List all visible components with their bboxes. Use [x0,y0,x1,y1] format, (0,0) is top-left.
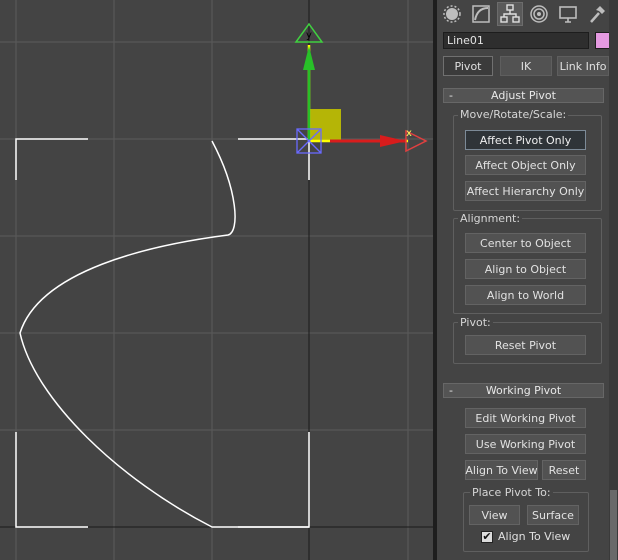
tab-pivot[interactable]: Pivot [443,56,493,76]
place-pivot-to-label: Place Pivot To: [470,486,553,499]
alignment-label: Alignment: [458,212,523,225]
modify-curve-icon [472,5,490,23]
center-to-object-button[interactable]: Center to Object [465,233,586,253]
adjust-pivot-rollout-header[interactable]: - Adjust Pivot [443,88,604,103]
view-button[interactable]: View [469,505,520,525]
object-color-swatch[interactable] [595,32,610,49]
affect-hierarchy-only-button[interactable]: Affect Hierarchy Only [465,181,586,201]
object-name-field[interactable] [443,32,589,49]
command-panel: Pivot IK Link Info - Adjust Pivot Move/R… [437,0,618,560]
hierarchy-icon [500,4,520,23]
viewport-canvas[interactable]: y x [0,0,433,560]
hierarchy-tab[interactable] [497,2,523,26]
tab-ik[interactable]: IK [500,56,552,76]
align-to-world-button[interactable]: Align to World [465,285,586,305]
edit-working-pivot-button[interactable]: Edit Working Pivot [465,408,586,428]
rollout-title: Working Pivot [485,384,562,397]
move-rotate-scale-label: Move/Rotate/Scale: [458,108,569,121]
move-gizmo[interactable]: y x [294,22,428,154]
gizmo-y-label: y [306,30,312,41]
align-to-view-checkbox-label: Align To View [498,530,571,543]
rollout-title: Adjust Pivot [491,89,556,102]
create-tab[interactable] [439,2,465,26]
spline-line01[interactable] [19,140,309,528]
modify-tab[interactable] [468,2,494,26]
utilities-tab[interactable] [584,2,610,26]
surface-button[interactable]: Surface [527,505,579,525]
motion-tab[interactable] [526,2,552,26]
reset-pivot-button[interactable]: Reset Pivot [465,335,586,355]
hammer-icon [590,6,605,23]
sphere-icon [443,5,461,23]
monitor-icon [559,6,577,23]
scrollbar-thumb[interactable] [610,490,617,560]
pivot-group-label: Pivot: [458,316,493,329]
align-to-view-button[interactable]: Align To View [465,460,538,480]
tab-link-info[interactable]: Link Info [557,56,609,76]
display-tab[interactable] [555,2,581,26]
reset-working-pivot-button[interactable]: Reset [542,460,586,480]
working-pivot-rollout-header[interactable]: - Working Pivot [443,383,604,398]
affect-object-only-button[interactable]: Affect Object Only [465,155,586,175]
panel-scrollbar[interactable] [609,0,618,560]
grid [0,0,433,560]
motion-icon [530,5,548,23]
align-to-object-button[interactable]: Align to Object [465,259,586,279]
align-to-view-checkbox[interactable]: ✔ [481,531,493,543]
viewport[interactable]: y x [0,0,433,560]
use-working-pivot-button[interactable]: Use Working Pivot [465,434,586,454]
affect-pivot-only-button[interactable]: Affect Pivot Only [465,130,586,150]
gizmo-x-label: x [406,128,412,139]
